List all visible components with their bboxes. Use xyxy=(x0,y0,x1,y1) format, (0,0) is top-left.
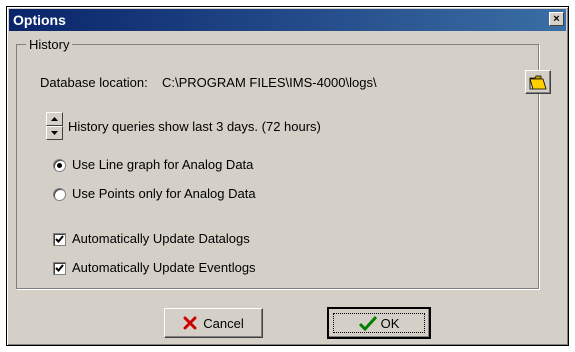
database-location-value: C:\PROGRAM FILES\IMS-4000\logs\ xyxy=(162,75,377,90)
window-title: Options xyxy=(13,12,66,28)
cancel-button[interactable]: Cancel xyxy=(164,308,263,338)
line-graph-label[interactable]: Use Line graph for Analog Data xyxy=(72,157,253,172)
browse-folder-button[interactable] xyxy=(525,70,551,94)
spin-up-button[interactable] xyxy=(46,112,63,126)
update-eventlogs-checkbox[interactable] xyxy=(53,262,66,275)
update-eventlogs-label[interactable]: Automatically Update Eventlogs xyxy=(72,260,256,275)
ok-button[interactable]: OK xyxy=(327,307,431,339)
folder-open-icon xyxy=(529,75,547,89)
x-icon xyxy=(183,316,197,330)
history-group-label: History xyxy=(26,37,73,52)
title-bar[interactable]: Options × xyxy=(9,9,566,31)
history-query-text: History queries show last 3 days. (72 ho… xyxy=(68,119,321,134)
line-graph-radio[interactable] xyxy=(53,159,66,172)
update-datalogs-checkbox[interactable] xyxy=(53,233,66,246)
focus-rect xyxy=(333,313,425,333)
arrow-down-icon xyxy=(51,131,58,135)
database-location-label: Database location: xyxy=(40,75,148,90)
spin-down-button[interactable] xyxy=(46,126,63,140)
close-button[interactable]: × xyxy=(549,12,564,26)
points-only-radio[interactable] xyxy=(53,188,66,201)
history-days-spinner[interactable] xyxy=(46,112,63,140)
checkmark-icon xyxy=(55,235,64,243)
checkmark-icon xyxy=(55,264,64,272)
points-only-label[interactable]: Use Points only for Analog Data xyxy=(72,186,256,201)
close-icon: × xyxy=(553,13,560,25)
update-datalogs-label[interactable]: Automatically Update Datalogs xyxy=(72,231,250,246)
arrow-up-icon xyxy=(51,117,58,121)
cancel-label: Cancel xyxy=(203,315,244,331)
